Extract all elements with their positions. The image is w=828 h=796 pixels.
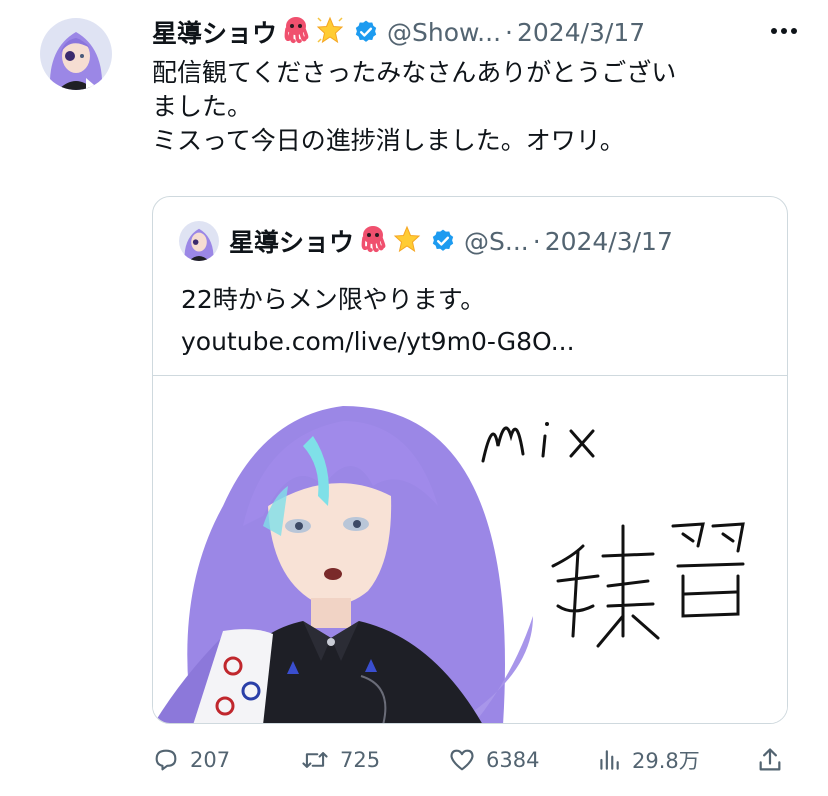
share-button[interactable] (756, 742, 784, 778)
author-avatar[interactable] (40, 18, 112, 90)
quote-date: 2024/3/17 (544, 226, 673, 256)
more-icon[interactable] (770, 20, 798, 39)
tweet-date[interactable]: 2024/3/17 (517, 18, 645, 47)
quote-text-line: 22時からメン限やります。 (181, 285, 486, 314)
tweet-header: 星導ショウ @Show... · 2024/3/17 (152, 10, 798, 54)
octopus-emoji (281, 15, 311, 49)
like-button[interactable]: 6384 (448, 742, 539, 778)
reply-button[interactable]: 207 (152, 742, 230, 778)
tweet-text-line: 配信観てくださったみなさんありがとうござい (152, 58, 677, 87)
quote-text: 22時からメン限やります。 youtube.com/live/yt9m0-G8O… (181, 279, 575, 363)
separator-dot: · (505, 17, 513, 47)
reply-count: 207 (190, 748, 231, 772)
tweet-content: 星導ショウ @Show... · 2024/3/17 配信観てくださったみなさん… (152, 10, 798, 158)
author-handle[interactable]: @Show... (387, 18, 501, 47)
quote-media-image[interactable] (153, 376, 787, 723)
verified-badge-icon (430, 228, 456, 254)
tweet-text-line: ました。 (152, 92, 253, 121)
quote-author-name: 星導ショウ (229, 228, 355, 257)
quote-avatar (179, 221, 219, 261)
reply-icon (155, 749, 177, 771)
quote-link[interactable]: youtube.com/live/yt9m0-G8O... (181, 321, 575, 363)
like-count: 6384 (486, 748, 540, 772)
repost-button[interactable]: 725 (300, 742, 380, 778)
share-icon (759, 748, 781, 771)
author-name[interactable]: 星導ショウ (152, 14, 277, 50)
star-emoji (392, 224, 422, 258)
views-count: 29.8万 (632, 749, 700, 773)
quoted-tweet[interactable]: 星導ショウ @S... · 2024/3/17 22時からメン限やります。 yo… (152, 196, 788, 724)
like-icon (450, 749, 474, 771)
verified-badge-icon (353, 19, 379, 45)
repost-count: 725 (340, 748, 381, 772)
star-emoji (315, 15, 345, 49)
repost-icon (302, 752, 328, 768)
quote-author-handle: @S... (464, 226, 529, 256)
separator-dot: · (532, 226, 541, 256)
views-button[interactable]: 29.8万 (596, 742, 700, 778)
tweet-actions: 207 725 6384 29.8万 (152, 742, 792, 778)
views-icon (600, 750, 619, 770)
octopus-emoji (358, 224, 388, 258)
tweet-text: 配信観てくださったみなさんありがとうござい ました。 ミスって今日の進捗消しまし… (152, 56, 798, 158)
quote-header: 星導ショウ @S... · 2024/3/17 (179, 221, 673, 261)
tweet-text-line: ミスって今日の進捗消しました。オワリ。 (152, 126, 625, 155)
